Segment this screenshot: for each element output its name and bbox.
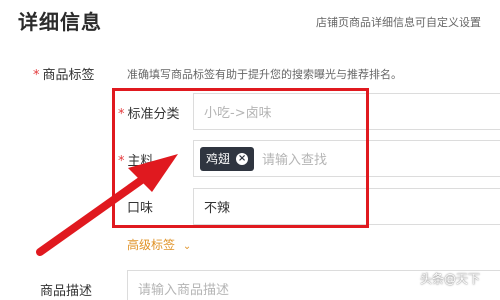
chevron-down-icon: ⌄ [182, 241, 192, 252]
annotation-highlight-box [112, 88, 369, 228]
product-tags-description: 准确填写商品标签有助于提升您的搜索曝光与推荐排名。 [127, 68, 402, 81]
product-description-placeholder: 请输入商品描述 [138, 282, 230, 298]
section-title: 详细信息 [18, 10, 102, 34]
product-description-label: 商品描述 [40, 284, 93, 299]
section-hint: 店铺页商品详细信息可自定义设置 [316, 16, 481, 29]
product-tags-label: * 商品标签 [33, 64, 95, 83]
watermark: 头条@天下 [420, 272, 481, 286]
product-tags-label-text: 商品标签 [42, 68, 95, 83]
advanced-tags-label: 高级标签 [127, 238, 176, 252]
required-mark: * [33, 68, 40, 83]
advanced-tags-toggle[interactable]: 高级标签 ⌄ [127, 236, 191, 253]
